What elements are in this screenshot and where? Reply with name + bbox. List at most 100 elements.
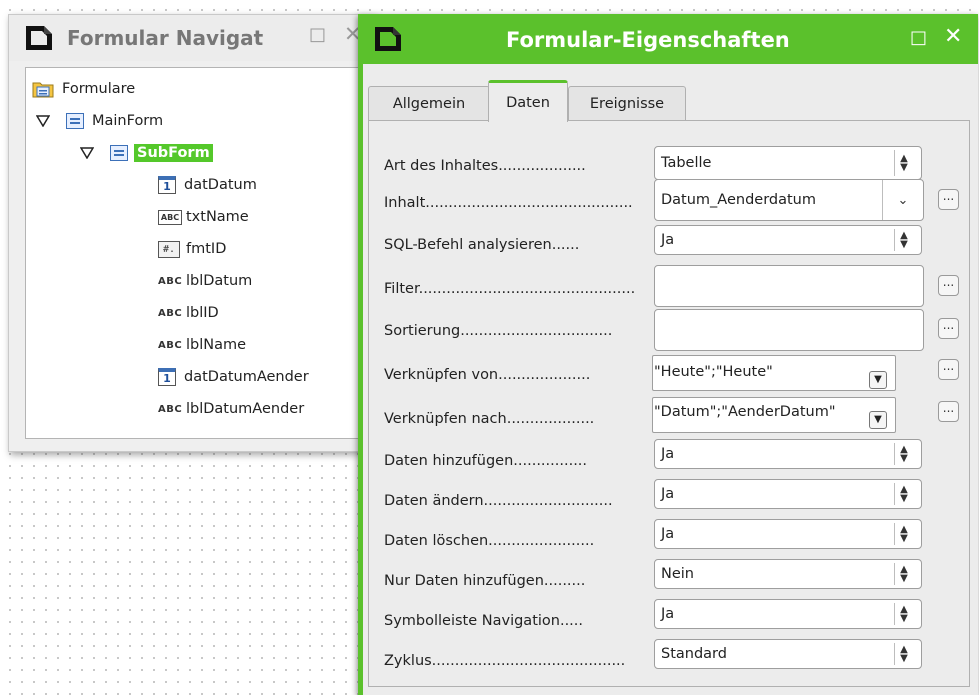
- sort-input[interactable]: [654, 309, 924, 351]
- navigator-minimize-button[interactable]: □: [309, 24, 326, 45]
- tree-item-control[interactable]: ABC lblDatumAender: [158, 398, 304, 420]
- dropdown-arrow-icon[interactable]: ▼: [869, 371, 887, 389]
- spin-arrows-icon: ▲ ▼: [894, 603, 913, 625]
- text-box-icon: ABC: [158, 209, 182, 225]
- tree-item-control[interactable]: #. fmtID: [158, 238, 226, 260]
- tree-label-selected: SubForm: [134, 144, 213, 162]
- tab-allgemein[interactable]: Allgemein: [368, 86, 490, 120]
- dropdown-arrow-icon[interactable]: ▼: [869, 411, 887, 429]
- folder-icon: [32, 82, 54, 98]
- app-logo-icon: [26, 26, 52, 50]
- label-daten-hinzufuegen: Daten hinzufügen................: [384, 453, 588, 469]
- label-zyklus: Zyklus..................................…: [384, 653, 626, 669]
- content-type-select[interactable]: Tabelle ▲ ▼: [654, 146, 922, 180]
- select-value: Ja: [661, 526, 675, 542]
- tree-label: lblName: [186, 337, 247, 353]
- properties-body: Allgemein Daten Ereignisse Art des Inhal…: [363, 64, 978, 695]
- select-value: Nein: [661, 566, 694, 582]
- properties-titlebar[interactable]: Formular-Eigenschaften □ ✕: [358, 14, 978, 64]
- label-symbolleiste-navigation: Symbolleiste Navigation.....: [384, 613, 584, 629]
- tree-label: lblID: [186, 305, 219, 321]
- combobox-value: "Heute";"Heute": [654, 364, 773, 380]
- content-ellipsis-button[interactable]: ...: [938, 189, 959, 210]
- link-master-fields-combobox[interactable]: "Heute";"Heute" ▼: [652, 355, 896, 391]
- formatted-field-icon: #.: [158, 240, 180, 258]
- tree-item-control[interactable]: ABC lblDatum: [158, 270, 252, 292]
- label-nur-daten-hinzufuegen: Nur Daten hinzufügen.........: [384, 573, 586, 589]
- tree-label: datDatum: [184, 177, 257, 193]
- navigator-tree[interactable]: Formulare MainForm SubForm 1 datDatum AB…: [25, 67, 381, 439]
- label-verknuepfen-von: Verknüpfen von....................: [384, 367, 591, 383]
- label-icon: ABC: [158, 403, 183, 415]
- filter-ellipsis-button[interactable]: ...: [938, 275, 959, 296]
- tree-item-control[interactable]: ABC lblName: [158, 334, 246, 356]
- navigation-bar-select[interactable]: Ja ▲ ▼: [654, 599, 922, 629]
- label-daten-aendern: Daten ändern............................: [384, 493, 613, 509]
- app-logo-icon: [375, 27, 401, 51]
- spin-arrows-icon: ▲ ▼: [894, 523, 913, 545]
- spin-arrows-icon: ▲ ▼: [894, 443, 913, 465]
- filter-input[interactable]: [654, 265, 924, 307]
- tree-item-control[interactable]: 1 datDatum: [158, 174, 257, 196]
- tree-label: Formulare: [62, 81, 136, 97]
- form-navigator-window: Formular Navigat □ ✕ Formulare MainForm: [8, 14, 381, 452]
- spin-arrows-icon: ▲ ▼: [894, 229, 913, 251]
- tab-panel-daten: Art des Inhaltes................... Tabe…: [368, 120, 970, 687]
- form-icon: [66, 113, 84, 129]
- link-master-ellipsis-button[interactable]: ...: [938, 359, 959, 380]
- label-filter: Filter..................................…: [384, 281, 636, 297]
- label-icon: ABC: [158, 275, 183, 287]
- select-value: Ja: [661, 446, 675, 462]
- label-icon: ABC: [158, 307, 183, 319]
- tree-label: MainForm: [92, 113, 164, 129]
- spin-arrows-icon: ▲ ▼: [894, 643, 913, 665]
- expanded-triangle-icon[interactable]: [36, 115, 50, 127]
- label-sortierung: Sortierung..............................…: [384, 323, 613, 339]
- tab-daten[interactable]: Daten: [488, 80, 568, 122]
- tree-label: lblDatumAender: [186, 401, 305, 417]
- sort-ellipsis-button[interactable]: ...: [938, 318, 959, 339]
- expanded-triangle-icon[interactable]: [80, 147, 94, 159]
- label-icon: ABC: [158, 339, 183, 351]
- form-icon: [110, 145, 128, 161]
- tree-item-control[interactable]: 1 datDatumAender: [158, 366, 309, 388]
- combobox-value: "Datum";"AenderDatum": [654, 404, 836, 420]
- analyze-sql-select[interactable]: Ja ▲ ▼: [654, 225, 922, 255]
- tree-item-formulare[interactable]: Formulare: [32, 78, 135, 100]
- chevron-down-icon[interactable]: ⌄: [882, 180, 923, 220]
- allow-deletions-select[interactable]: Ja ▲ ▼: [654, 519, 922, 549]
- link-slave-ellipsis-button[interactable]: ...: [938, 401, 959, 422]
- link-slave-fields-combobox[interactable]: "Datum";"AenderDatum" ▼: [652, 397, 896, 433]
- date-field-icon: 1: [158, 368, 176, 386]
- label-inhalt: Inhalt..................................…: [384, 195, 633, 211]
- tree-item-control[interactable]: ABC txtName: [158, 206, 249, 228]
- spin-arrows-icon: ▲ ▼: [894, 150, 913, 176]
- label-art-des-inhaltes: Art des Inhaltes...................: [384, 158, 586, 174]
- allow-additions-select[interactable]: Ja ▲ ▼: [654, 439, 922, 469]
- allow-edits-select[interactable]: Ja ▲ ▼: [654, 479, 922, 509]
- spin-arrows-icon: ▲ ▼: [894, 563, 913, 585]
- add-data-only-select[interactable]: Nein ▲ ▼: [654, 559, 922, 589]
- select-value: Ja: [661, 486, 675, 502]
- properties-close-button[interactable]: ✕: [944, 24, 962, 49]
- tree-label: lblDatum: [186, 273, 253, 289]
- tree-label: datDatumAender: [184, 369, 309, 385]
- label-sql-befehl: SQL-Befehl analysieren......: [384, 237, 580, 253]
- select-value: Standard: [661, 646, 727, 662]
- properties-minimize-button[interactable]: □: [910, 27, 927, 48]
- tree-item-mainform[interactable]: MainForm: [36, 110, 163, 132]
- date-field-icon: 1: [158, 176, 176, 194]
- tree-label: fmtID: [186, 241, 227, 257]
- navigator-title: Formular Navigat: [67, 26, 264, 50]
- content-combobox[interactable]: Datum_Aenderdatum ⌄: [654, 179, 924, 221]
- navigator-titlebar[interactable]: Formular Navigat □ ✕: [9, 15, 375, 61]
- cycle-select[interactable]: Standard ▲ ▼: [654, 639, 922, 669]
- label-daten-loeschen: Daten löschen.......................: [384, 533, 595, 549]
- properties-title: Formular-Eigenschaften: [506, 28, 790, 52]
- tab-ereignisse[interactable]: Ereignisse: [568, 86, 686, 120]
- select-value: Tabelle: [661, 155, 712, 171]
- select-value: Ja: [661, 232, 675, 248]
- spin-arrows-icon: ▲ ▼: [894, 483, 913, 505]
- tree-item-control[interactable]: ABC lblID: [158, 302, 219, 324]
- tree-item-subform[interactable]: SubForm: [80, 142, 213, 164]
